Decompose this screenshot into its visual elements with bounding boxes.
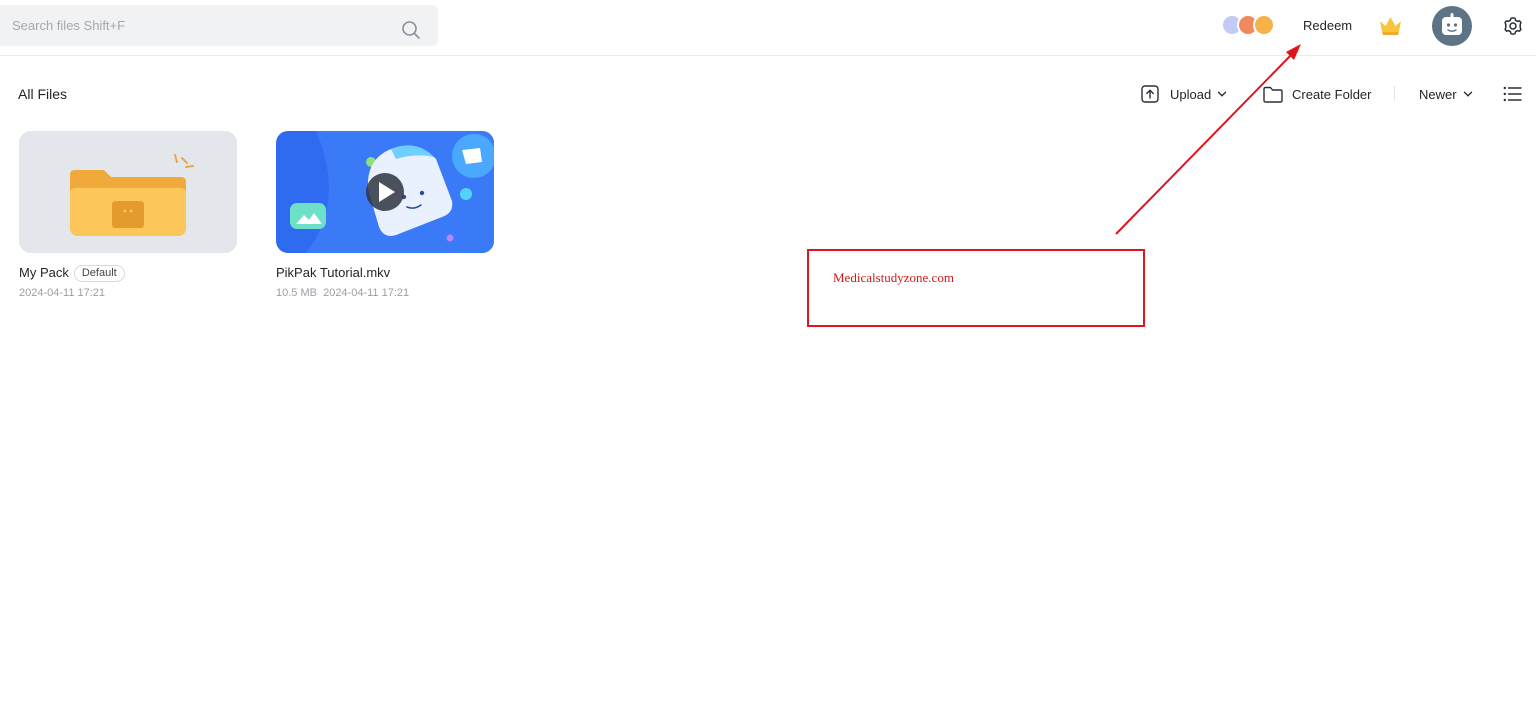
user-avatar[interactable]: [1432, 6, 1472, 46]
sort-dropdown[interactable]: Newer: [1419, 84, 1473, 104]
file-name[interactable]: PikPak Tutorial.mkv: [276, 265, 390, 280]
default-badge: Default: [73, 265, 125, 282]
sort-label: Newer: [1419, 86, 1457, 102]
toolbar-divider: [1394, 86, 1395, 100]
breadcrumb-all-files[interactable]: All Files: [18, 86, 67, 102]
search-icon[interactable]: [401, 20, 421, 40]
promo-avatar-3: [1253, 14, 1275, 36]
chevron-down-icon: [1463, 91, 1472, 97]
file-name[interactable]: My Pack Default: [19, 265, 125, 282]
upload-label: Upload: [1170, 86, 1212, 102]
upload-icon: [1141, 85, 1159, 103]
gear-icon[interactable]: [1503, 16, 1523, 36]
folder-icon: [1263, 86, 1283, 103]
annotation-box: [807, 249, 1145, 327]
search-input[interactable]: [12, 5, 392, 46]
crown-icon[interactable]: [1378, 14, 1403, 38]
promo-avatars[interactable]: [1221, 14, 1275, 36]
create-folder-label: Create Folder: [1292, 86, 1372, 102]
tutorial-illustration: [290, 131, 494, 253]
search-box[interactable]: [0, 5, 438, 46]
pack-folder-icon: [70, 154, 194, 236]
chevron-down-icon: [1218, 91, 1227, 97]
folder-thumbnail[interactable]: [19, 131, 237, 253]
create-folder-button[interactable]: Create Folder: [1263, 84, 1371, 104]
file-card-my-pack[interactable]: My Pack Default 2024-04-11 17:21: [19, 131, 237, 299]
redeem-link[interactable]: Redeem: [1303, 18, 1352, 33]
file-meta: 10.5 MB 2024-04-11 17:21: [276, 287, 410, 299]
file-card-pikpak-tutorial[interactable]: PikPak Tutorial.mkv 10.5 MB 2024-04-11 1…: [276, 131, 494, 299]
file-name-text: My Pack: [19, 265, 69, 280]
video-thumbnail[interactable]: [276, 131, 494, 253]
annotation-arrow: [1115, 44, 1301, 235]
play-icon: [366, 173, 404, 211]
robot-avatar-icon: [1442, 13, 1462, 35]
file-meta: 2024-04-11 17:21: [19, 287, 106, 299]
top-bar: Redeem: [0, 0, 1536, 56]
list-view-button[interactable]: [1503, 84, 1522, 104]
list-view-icon: [1503, 86, 1522, 102]
annotation-text: Medicalstudyzone.com: [833, 270, 954, 285]
upload-button[interactable]: Upload: [1141, 84, 1227, 104]
